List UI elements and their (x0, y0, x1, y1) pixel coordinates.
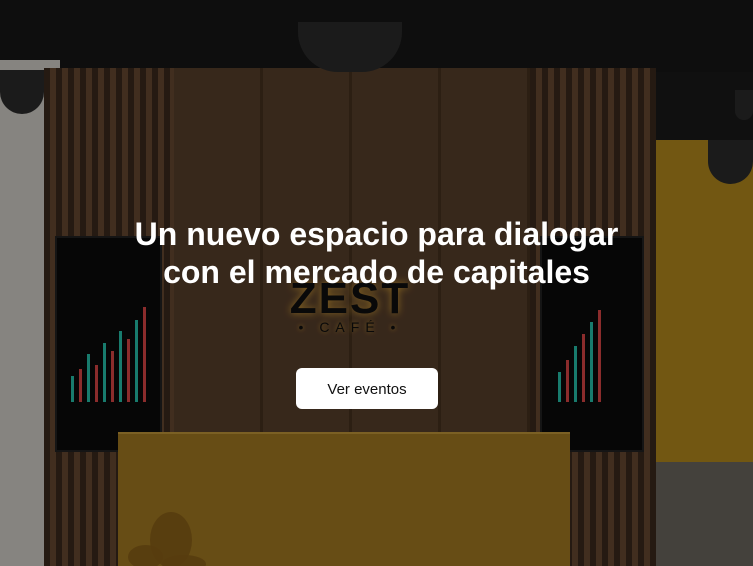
see-events-button[interactable]: Ver eventos (296, 368, 438, 409)
headline-line-2: con el mercado de capitales (163, 254, 590, 290)
page-title: Un nuevo espacio para dialogar con el me… (110, 215, 643, 291)
hero-section: Un nuevo espacio para dialogar con el me… (0, 0, 753, 566)
headline-line-1: Un nuevo espacio para dialogar (134, 216, 619, 252)
